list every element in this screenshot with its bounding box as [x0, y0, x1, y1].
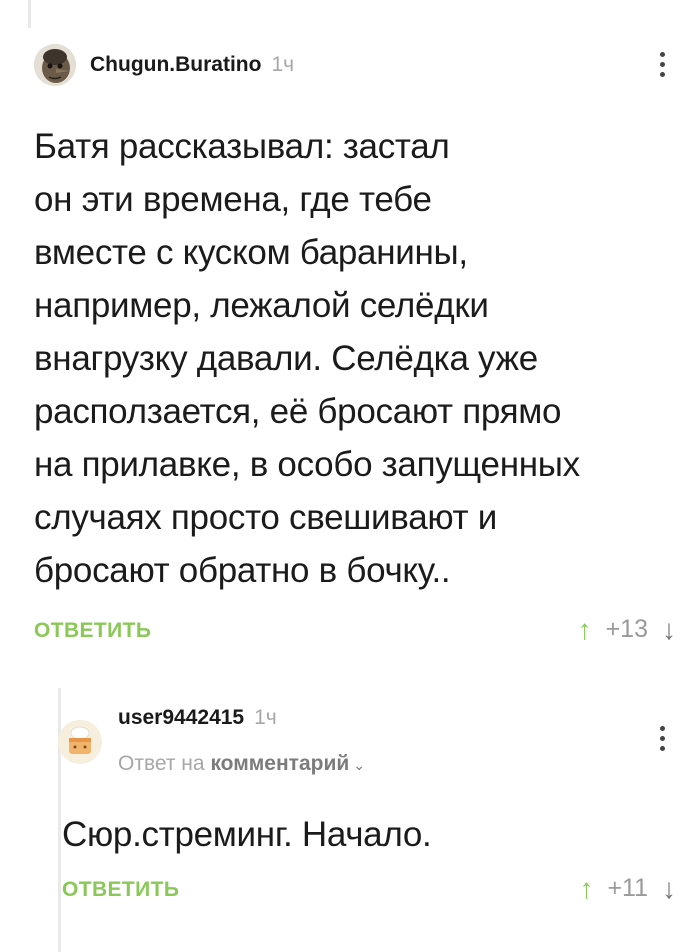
reply-button[interactable]: ОТВЕТИТЬ — [34, 619, 151, 643]
comment-text: Батя рассказывал: застал он эти времена,… — [34, 120, 684, 597]
reply-to-target: комментарий — [210, 752, 350, 775]
comment-header: user9442415 1ч — [118, 706, 277, 730]
reply-to-link[interactable]: Ответ на комментарий ⌄ — [118, 752, 365, 776]
username[interactable]: user9442415 — [118, 706, 244, 730]
rating-count: +13 — [605, 615, 648, 643]
comment-text-line: например, лежалой селёдки — [34, 286, 489, 325]
cake-avatar-icon — [58, 720, 102, 764]
timestamp: 1ч — [254, 706, 277, 729]
comment-text-line: он эти времена, где тебе — [34, 180, 432, 219]
more-vertical-icon[interactable] — [657, 726, 667, 751]
more-vertical-icon[interactable] — [657, 52, 667, 77]
arrow-up-icon[interactable]: ↑ — [578, 615, 592, 644]
reply-to-prefix: Ответ на — [118, 752, 205, 775]
thread-line — [58, 688, 61, 952]
comment-text-line: внагрузку давали. Селёдка уже — [34, 339, 538, 378]
thread-line — [28, 0, 31, 28]
vote-controls: ↑ +11 ↓ — [579, 874, 676, 903]
comment-header: Chugun.Buratino 1ч — [34, 44, 294, 86]
buratino-avatar-icon — [34, 44, 76, 86]
arrow-down-icon[interactable]: ↓ — [662, 615, 676, 644]
comment-text-line: бросают обратно в бочку.. — [34, 551, 451, 590]
user-avatar[interactable] — [58, 720, 102, 764]
username[interactable]: Chugun.Buratino — [90, 53, 261, 77]
comment-text-line: на прилавке, в особо запущенных — [34, 445, 580, 484]
comment-text-line: вместе с куском баранины, — [34, 233, 468, 272]
comment-text-line: случаях просто свешивают и — [34, 498, 497, 537]
reply-button[interactable]: ОТВЕТИТЬ — [62, 878, 179, 902]
comment-text: Сюр.стреминг. Начало. — [62, 815, 432, 854]
vote-controls: ↑ +13 ↓ — [578, 615, 676, 644]
comment-text-line: расползается, её бросают прямо — [34, 392, 562, 431]
user-avatar[interactable] — [34, 44, 76, 86]
rating-count: +11 — [607, 874, 648, 902]
timestamp: 1ч — [271, 53, 295, 76]
arrow-down-icon[interactable]: ↓ — [662, 874, 676, 903]
comment-text-line: Батя рассказывал: застал — [34, 127, 450, 166]
chevron-down-icon: ⌄ — [353, 757, 365, 773]
arrow-up-icon[interactable]: ↑ — [579, 874, 593, 903]
